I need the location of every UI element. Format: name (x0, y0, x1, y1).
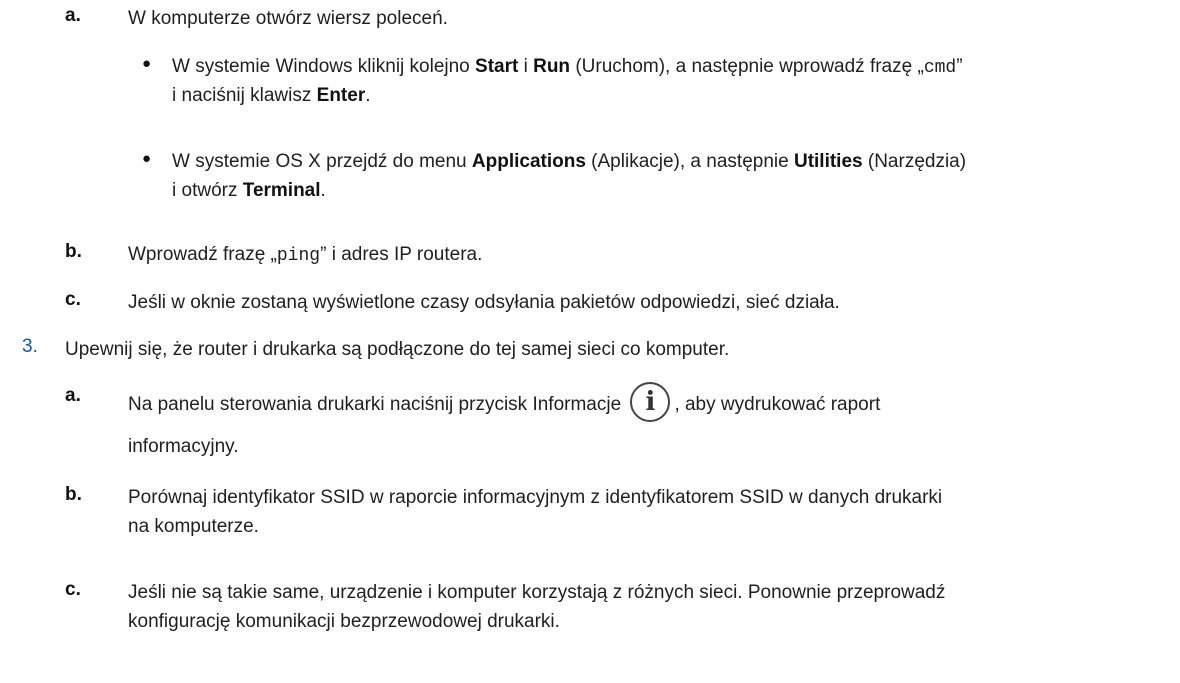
bullet-windows-line-1: W systemie Windows kliknij kolejno Start… (172, 53, 963, 82)
step-3b-line-2: na komputerze. (128, 516, 259, 537)
bullet-marker: ● (142, 150, 152, 167)
terminal-term: Terminal (242, 180, 321, 201)
information-icon: i (630, 382, 671, 422)
applications-term: Applications (471, 151, 586, 172)
step-number-3: 3. (22, 336, 38, 357)
quote-close: ” (956, 56, 963, 77)
text-span: Na panelu sterowania drukarki naciśnij p… (128, 394, 622, 416)
list-marker-b: b. (65, 484, 82, 505)
step-3-text: Upewnij się, że router i drukarka są pod… (65, 339, 730, 360)
text-span: (Narzędzia) (862, 151, 967, 172)
list-marker-c: c. (65, 579, 81, 600)
text-span: (Aplikacje), a następnie (585, 151, 794, 172)
ping-code: ping (276, 246, 321, 266)
text-span: i otwórz (172, 180, 243, 201)
step-2b-text: Wprowadź frazę „ping” i adres IP routera… (128, 241, 482, 270)
text-span: W systemie OS X przejdź do menu (172, 151, 472, 172)
step-3b-line-1: Porównaj identyfikator SSID w raporcie i… (128, 487, 943, 508)
bullet-osx-line-1: W systemie OS X przejdź do menu Applicat… (172, 148, 966, 176)
step-2c-text: Jeśli w oknie zostaną wyświetlone czasy … (128, 292, 840, 313)
text-span: i (518, 56, 534, 77)
text-span: . (365, 85, 371, 106)
text-span: W systemie Windows kliknij kolejno (172, 56, 476, 77)
step-3c-line-1: Jeśli nie są takie same, urządzenie i ko… (128, 582, 946, 603)
text-span: . (320, 180, 326, 201)
step-3c-line-2: konfigurację komunikacji bezprzewodowej … (128, 611, 560, 632)
start-term: Start (475, 56, 519, 77)
enter-term: Enter (316, 85, 366, 106)
bullet-osx-line-2: i otwórz Terminal. (172, 177, 326, 205)
text-span: (Uruchom), a następnie wprowadź frazę (570, 56, 918, 77)
list-marker-a: a. (65, 5, 81, 26)
list-marker-a: a. (65, 385, 81, 406)
list-marker-c: c. (65, 289, 81, 310)
bullet-marker: ● (142, 55, 152, 72)
text-span: i naciśnij klawisz (172, 85, 317, 106)
step-3a-line-1: Na panelu sterowania drukarki naciśnij p… (128, 382, 881, 425)
run-term: Run (533, 56, 571, 77)
list-marker-b: b. (65, 241, 82, 262)
step-3a-line-2: informacyjny. (128, 436, 239, 457)
text-span: , aby wydrukować raport (674, 394, 881, 416)
step-2a-text: W komputerze otwórz wiersz poleceń. (128, 8, 448, 29)
bullet-windows-line-2: i naciśnij klawisz Enter. (172, 82, 371, 110)
cmd-code: cmd (923, 58, 957, 78)
text-span: i adres IP routera. (326, 244, 483, 265)
utilities-term: Utilities (793, 151, 863, 172)
text-span: Wprowadź frazę (128, 244, 271, 265)
